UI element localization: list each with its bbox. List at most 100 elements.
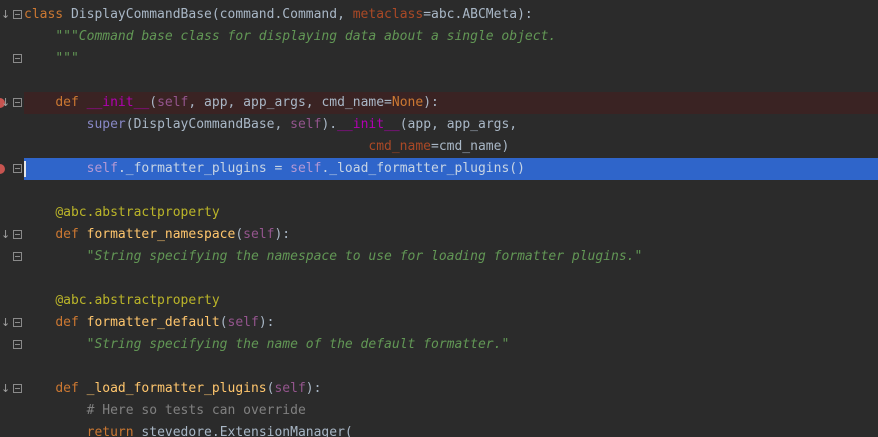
editor-gutter[interactable]: ↓ ↓ ↓ ↓ ↓ bbox=[0, 0, 24, 437]
code-token: metaclass bbox=[352, 7, 424, 22]
code-token: cmd_name bbox=[368, 139, 431, 154]
code-line-text: self._formatter_plugins = self._load_for… bbox=[24, 158, 525, 180]
code-line[interactable]: @abc.abstractproperty bbox=[0, 290, 878, 312]
code-token: ): bbox=[305, 381, 322, 396]
code-token: ( bbox=[219, 315, 228, 330]
override-arrow-icon[interactable]: ↓ bbox=[1, 229, 10, 241]
code-line[interactable]: class DisplayCommandBase(command.Command… bbox=[0, 4, 878, 26]
override-arrow-icon[interactable]: ↓ bbox=[1, 383, 10, 395]
code-token: ). bbox=[321, 117, 338, 132]
fold-toggle-icon[interactable] bbox=[13, 98, 22, 107]
code-area[interactable]: class DisplayCommandBase(command.Command… bbox=[0, 0, 878, 437]
code-line-text: "String specifying the name of the defau… bbox=[24, 334, 510, 356]
code-line-text: def formatter_namespace(self): bbox=[24, 224, 290, 246]
code-editor[interactable]: class DisplayCommandBase(command.Command… bbox=[0, 0, 878, 437]
code-token: DisplayCommandBase(command.Command, bbox=[70, 7, 353, 22]
override-arrow-icon[interactable]: ↓ bbox=[1, 9, 10, 21]
code-token: __init__ bbox=[337, 117, 400, 132]
code-line[interactable]: @abc.abstractproperty bbox=[0, 202, 878, 224]
code-token: (app, app_args, bbox=[399, 117, 518, 132]
override-arrow-icon[interactable]: ↓ bbox=[1, 97, 10, 109]
code-token: ): bbox=[258, 315, 275, 330]
code-token: "String specifying the namespace to use … bbox=[86, 249, 643, 264]
code-line-text: super(DisplayCommandBase, self).__init__… bbox=[24, 114, 518, 136]
code-token: self bbox=[274, 381, 306, 396]
fold-toggle-icon[interactable] bbox=[13, 252, 22, 261]
fold-toggle-icon[interactable] bbox=[13, 384, 22, 393]
code-line[interactable]: def _load_formatter_plugins(self): bbox=[0, 378, 878, 400]
code-token: ): bbox=[274, 227, 291, 242]
code-token: __init__ bbox=[86, 95, 150, 110]
code-line-text: def __init__(self, app, app_args, cmd_na… bbox=[24, 92, 439, 114]
code-token: self bbox=[86, 161, 118, 176]
code-line[interactable]: def formatter_namespace(self): bbox=[0, 224, 878, 246]
override-arrow-icon[interactable]: ↓ bbox=[1, 317, 10, 329]
code-line[interactable]: cmd_name=cmd_name) bbox=[0, 136, 878, 158]
code-token: def bbox=[55, 227, 87, 242]
code-line-text: @abc.abstractproperty bbox=[24, 202, 220, 224]
code-token: self bbox=[290, 161, 322, 176]
code-token: @abc.abstractproperty bbox=[55, 205, 220, 220]
code-token: =abc.ABCMeta): bbox=[423, 7, 533, 22]
code-line-text: cmd_name=cmd_name) bbox=[24, 136, 509, 158]
code-line[interactable] bbox=[0, 356, 878, 378]
code-line[interactable] bbox=[0, 268, 878, 290]
code-line[interactable] bbox=[0, 70, 878, 92]
code-token: def bbox=[55, 95, 87, 110]
code-line[interactable] bbox=[0, 180, 878, 202]
code-token: self bbox=[290, 117, 322, 132]
fold-toggle-icon[interactable] bbox=[13, 164, 22, 173]
code-token: ._load_formatter_plugins() bbox=[321, 161, 525, 176]
code-line[interactable]: self._formatter_plugins = self._load_for… bbox=[0, 158, 878, 180]
code-token: super bbox=[86, 117, 126, 132]
code-token: def bbox=[55, 315, 87, 330]
code-token: _load_formatter_plugins bbox=[86, 381, 267, 396]
code-line[interactable]: super(DisplayCommandBase, self).__init__… bbox=[0, 114, 878, 136]
code-line[interactable]: """Command base class for displaying dat… bbox=[0, 26, 878, 48]
code-line-text: "String specifying the namespace to use … bbox=[24, 246, 643, 268]
code-token: =cmd_name) bbox=[431, 139, 510, 154]
code-line-text: @abc.abstractproperty bbox=[24, 290, 219, 312]
code-line[interactable]: """ bbox=[0, 48, 878, 70]
code-line[interactable]: def formatter_default(self): bbox=[0, 312, 878, 334]
code-token: ._formatter_plugins = bbox=[117, 161, 291, 176]
code-token: ( bbox=[149, 95, 158, 110]
code-token: ): bbox=[423, 95, 439, 110]
code-line[interactable]: def __init__(self, app, app_args, cmd_na… bbox=[0, 92, 878, 114]
fold-toggle-icon[interactable] bbox=[13, 340, 22, 349]
fold-toggle-icon[interactable] bbox=[13, 54, 22, 63]
code-line-text: """Command base class for displaying dat… bbox=[24, 26, 556, 48]
code-line-text: # Here so tests can override bbox=[24, 400, 306, 422]
code-token: self bbox=[157, 95, 189, 110]
code-line-text: """ bbox=[24, 48, 79, 70]
code-token: ( bbox=[235, 227, 244, 242]
code-token: """ bbox=[55, 51, 79, 66]
code-token: stevedore.ExtensionManager( bbox=[141, 425, 353, 437]
code-token: self bbox=[243, 227, 275, 242]
code-token: , app, app_args, cmd_name= bbox=[188, 95, 392, 110]
code-line[interactable]: return stevedore.ExtensionManager( bbox=[0, 422, 878, 437]
code-token: def bbox=[55, 381, 87, 396]
code-line-text: def _load_formatter_plugins(self): bbox=[24, 378, 321, 400]
fold-toggle-icon[interactable] bbox=[13, 10, 22, 19]
code-line[interactable]: # Here so tests can override bbox=[0, 400, 878, 422]
breakpoint-icon[interactable] bbox=[0, 164, 5, 174]
fold-toggle-icon[interactable] bbox=[13, 230, 22, 239]
code-line-text: class DisplayCommandBase(command.Command… bbox=[24, 4, 533, 26]
fold-toggle-icon[interactable] bbox=[13, 318, 22, 327]
code-token: "String specifying the name of the defau… bbox=[86, 337, 510, 352]
code-line[interactable]: "String specifying the name of the defau… bbox=[0, 334, 878, 356]
text-caret bbox=[24, 161, 26, 177]
code-line[interactable]: "String specifying the namespace to use … bbox=[0, 246, 878, 268]
